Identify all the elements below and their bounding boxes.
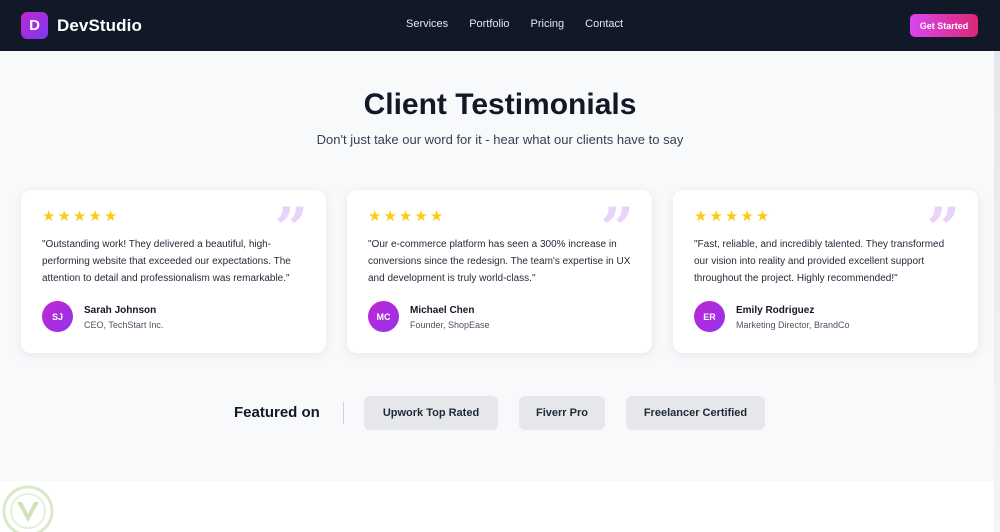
platform-badge-upwork: Upwork Top Rated: [364, 396, 498, 430]
star-icon: ★: [72, 208, 87, 225]
main-nav: Services Portfolio Pricing Contact: [406, 18, 644, 30]
avatar: MC: [368, 301, 399, 332]
nav-link-portfolio[interactable]: Portfolio: [469, 18, 509, 30]
star-icon: ★: [724, 208, 739, 225]
author-role: Founder, ShopEase: [410, 320, 490, 330]
divider: [343, 402, 344, 424]
testimonial-card: ★ ★ ★ ★ ★ ” "Fast, reliable, and incredi…: [673, 190, 978, 353]
brand-logo[interactable]: D DevStudio: [21, 12, 142, 39]
featured-label: Featured on: [234, 404, 320, 421]
logo-mark: D: [21, 12, 48, 39]
star-rating: ★ ★ ★ ★ ★: [42, 209, 117, 224]
avatar: ER: [694, 301, 725, 332]
star-icon: ★: [709, 208, 723, 225]
testimonial-card: ★ ★ ★ ★ ★ ” "Outstanding work! They deli…: [21, 190, 326, 353]
star-icon: ★: [429, 208, 444, 225]
star-icon: ★: [755, 208, 770, 225]
star-rating: ★ ★ ★ ★ ★: [694, 209, 769, 224]
author-name: Sarah Johnson: [84, 305, 157, 316]
testimonial-quote: "Outstanding work! They delivered a beau…: [42, 239, 291, 284]
platform-badge-fiverr: Fiverr Pro: [519, 396, 605, 430]
navbar: D DevStudio Services Portfolio Pricing C…: [0, 0, 1000, 51]
avatar: SJ: [42, 301, 73, 332]
star-icon: ★: [414, 208, 428, 225]
star-icon: ★: [368, 208, 382, 225]
star-icon: ★: [694, 208, 708, 225]
author-name: Michael Chen: [410, 305, 475, 316]
star-icon: ★: [103, 208, 118, 225]
watermark-logo: [2, 485, 54, 532]
star-icon: ★: [383, 208, 397, 225]
star-icon: ★: [88, 208, 102, 225]
nav-link-services[interactable]: Services: [406, 18, 448, 30]
star-icon: ★: [740, 208, 754, 225]
testimonial-card: ★ ★ ★ ★ ★ ” "Our e-commerce platform has…: [347, 190, 652, 353]
author-role: Marketing Director, BrandCo: [736, 320, 850, 330]
author-name: Emily Rodriguez: [736, 305, 815, 316]
page-title: Client Testimonials: [363, 88, 637, 121]
author-role: CEO, TechStart Inc.: [84, 320, 164, 330]
star-icon: ★: [398, 208, 413, 225]
star-rating: ★ ★ ★ ★ ★: [368, 209, 443, 224]
get-started-button[interactable]: Get Started: [910, 14, 978, 37]
nav-link-contact[interactable]: Contact: [585, 18, 623, 30]
nav-link-pricing[interactable]: Pricing: [531, 18, 565, 30]
star-icon: ★: [57, 208, 71, 225]
testimonial-quote: "Fast, reliable, and incredibly talented…: [694, 239, 945, 284]
star-icon: ★: [42, 208, 56, 225]
platform-badge-freelancer: Freelancer Certified: [626, 396, 765, 430]
page-subtitle: Don't just take our word for it - hear w…: [316, 132, 684, 147]
brand-name: DevStudio: [57, 15, 142, 35]
testimonial-quote: "Our e-commerce platform has seen a 300%…: [368, 239, 631, 284]
scrollbar-track[interactable]: [994, 51, 1000, 532]
